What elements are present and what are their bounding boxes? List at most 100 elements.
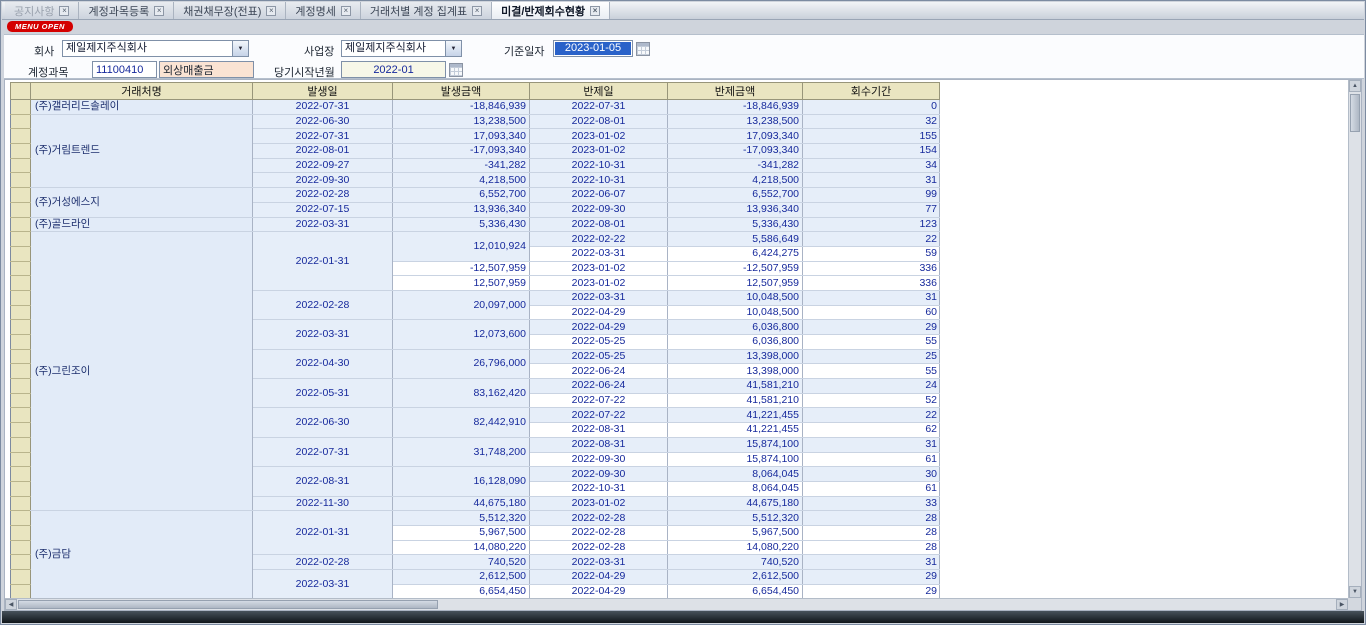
- tab-1[interactable]: 계정과목등록×: [79, 2, 174, 19]
- cell-occur-amount[interactable]: 14,080,220: [393, 540, 530, 555]
- cell-occur-date[interactable]: 2022-07-15: [253, 202, 393, 217]
- cell-settle-date[interactable]: 2023-01-02: [530, 261, 668, 276]
- row-selector[interactable]: [11, 320, 31, 335]
- cell-settle-amount[interactable]: 14,080,220: [668, 540, 803, 555]
- cell-settle-date[interactable]: 2022-02-28: [530, 525, 668, 540]
- account-name-input[interactable]: 외상매출금: [159, 61, 254, 78]
- row-selector[interactable]: [11, 511, 31, 526]
- vertical-scrollbar[interactable]: ▲ ▼: [1348, 80, 1361, 598]
- row-selector[interactable]: [11, 423, 31, 438]
- cell-settle-amount[interactable]: 8,064,045: [668, 481, 803, 496]
- cell-collect-period[interactable]: 30: [803, 467, 940, 482]
- cell-settle-date[interactable]: 2022-04-29: [530, 320, 668, 335]
- cell-occur-date[interactable]: 2022-03-31: [253, 217, 393, 232]
- column-header-4[interactable]: 반제금액: [668, 83, 803, 100]
- cell-settle-date[interactable]: 2022-07-22: [530, 393, 668, 408]
- cell-occur-amount[interactable]: 5,512,320: [393, 511, 530, 526]
- scroll-up-icon[interactable]: ▲: [1349, 80, 1361, 92]
- cell-settle-date[interactable]: 2022-03-31: [530, 246, 668, 261]
- cell-occur-date[interactable]: 2022-08-01: [253, 144, 393, 159]
- row-selector[interactable]: [11, 379, 31, 394]
- cell-occur-amount[interactable]: 5,967,500: [393, 525, 530, 540]
- cell-collect-period[interactable]: 52: [803, 393, 940, 408]
- cell-occur-amount[interactable]: 13,238,500: [393, 114, 530, 129]
- cell-occur-amount[interactable]: 12,010,924: [393, 232, 530, 261]
- cell-collect-period[interactable]: 34: [803, 158, 940, 173]
- tab-close-icon[interactable]: ×: [59, 6, 69, 16]
- cell-collect-period[interactable]: 155: [803, 129, 940, 144]
- cell-customer[interactable]: (주)거성에스지: [31, 188, 253, 217]
- cell-collect-period[interactable]: 59: [803, 246, 940, 261]
- cell-settle-date[interactable]: 2022-10-31: [530, 173, 668, 188]
- cell-occur-amount[interactable]: 20,097,000: [393, 290, 530, 319]
- cell-collect-period[interactable]: 33: [803, 496, 940, 511]
- company-select[interactable]: 제일제지주식회사 ▼: [62, 40, 249, 57]
- cell-customer[interactable]: (주)갤러리드솔레이: [31, 100, 253, 115]
- row-selector[interactable]: [11, 335, 31, 350]
- cell-settle-date[interactable]: 2022-06-07: [530, 188, 668, 203]
- cell-occur-date[interactable]: 2022-08-31: [253, 467, 393, 496]
- cell-settle-amount[interactable]: 10,048,500: [668, 290, 803, 305]
- cell-occur-amount[interactable]: -12,507,959: [393, 261, 530, 276]
- account-code-input[interactable]: 11100410: [92, 61, 157, 78]
- cell-collect-period[interactable]: 28: [803, 511, 940, 526]
- cell-collect-period[interactable]: 25: [803, 349, 940, 364]
- vertical-scroll-thumb[interactable]: [1350, 94, 1360, 132]
- cell-settle-amount[interactable]: 13,398,000: [668, 349, 803, 364]
- chevron-down-icon[interactable]: ▼: [445, 41, 461, 56]
- tab-3[interactable]: 계정명세×: [286, 2, 360, 19]
- cell-settle-amount[interactable]: 17,093,340: [668, 129, 803, 144]
- cell-occur-amount[interactable]: 44,675,180: [393, 496, 530, 511]
- cell-settle-amount[interactable]: 5,336,430: [668, 217, 803, 232]
- cell-settle-date[interactable]: 2023-01-02: [530, 144, 668, 159]
- cell-settle-date[interactable]: 2022-08-01: [530, 217, 668, 232]
- cell-occur-amount[interactable]: 740,520: [393, 555, 530, 570]
- cell-collect-period[interactable]: 99: [803, 188, 940, 203]
- cell-settle-amount[interactable]: 4,218,500: [668, 173, 803, 188]
- cell-occur-amount[interactable]: 16,128,090: [393, 467, 530, 496]
- row-selector[interactable]: [11, 584, 31, 599]
- cell-occur-amount[interactable]: 83,162,420: [393, 379, 530, 408]
- cell-settle-amount[interactable]: 41,221,455: [668, 423, 803, 438]
- cell-settle-amount[interactable]: 5,512,320: [668, 511, 803, 526]
- cell-settle-date[interactable]: 2022-04-29: [530, 584, 668, 599]
- cell-occur-date[interactable]: 2022-05-31: [253, 379, 393, 408]
- cell-settle-date[interactable]: 2023-01-02: [530, 276, 668, 291]
- cell-occur-amount[interactable]: 12,507,959: [393, 276, 530, 291]
- chevron-down-icon[interactable]: ▼: [232, 41, 248, 56]
- cell-occur-date[interactable]: 2022-09-30: [253, 173, 393, 188]
- row-selector[interactable]: [11, 393, 31, 408]
- column-header-3[interactable]: 반제일: [530, 83, 668, 100]
- cell-settle-amount[interactable]: 13,398,000: [668, 364, 803, 379]
- cell-occur-amount[interactable]: 31,748,200: [393, 437, 530, 466]
- period-start-input[interactable]: 2022-01: [341, 61, 446, 78]
- cell-occur-date[interactable]: 2022-07-31: [253, 100, 393, 115]
- calendar-icon[interactable]: [449, 63, 463, 77]
- cell-settle-amount[interactable]: 6,654,450: [668, 584, 803, 599]
- cell-occur-amount[interactable]: 82,442,910: [393, 408, 530, 437]
- scroll-down-icon[interactable]: ▼: [1349, 586, 1361, 598]
- cell-settle-date[interactable]: 2022-10-31: [530, 158, 668, 173]
- cell-settle-amount[interactable]: -17,093,340: [668, 144, 803, 159]
- cell-settle-date[interactable]: 2022-02-28: [530, 540, 668, 555]
- cell-collect-period[interactable]: 29: [803, 570, 940, 585]
- cell-settle-amount[interactable]: 6,424,275: [668, 246, 803, 261]
- row-selector[interactable]: [11, 525, 31, 540]
- cell-settle-amount[interactable]: 41,581,210: [668, 393, 803, 408]
- cell-occur-date[interactable]: 2022-11-30: [253, 496, 393, 511]
- cell-collect-period[interactable]: 77: [803, 202, 940, 217]
- row-selector[interactable]: [11, 555, 31, 570]
- cell-collect-period[interactable]: 31: [803, 555, 940, 570]
- row-selector[interactable]: [11, 144, 31, 159]
- cell-occur-amount[interactable]: 6,654,450: [393, 584, 530, 599]
- cell-settle-date[interactable]: 2022-03-31: [530, 555, 668, 570]
- cell-settle-amount[interactable]: 12,507,959: [668, 276, 803, 291]
- row-selector[interactable]: [11, 408, 31, 423]
- cell-collect-period[interactable]: 31: [803, 437, 940, 452]
- cell-occur-amount[interactable]: 13,936,340: [393, 202, 530, 217]
- tab-close-icon[interactable]: ×: [266, 6, 276, 16]
- cell-settle-amount[interactable]: 5,967,500: [668, 525, 803, 540]
- cell-occur-amount[interactable]: -17,093,340: [393, 144, 530, 159]
- cell-occur-date[interactable]: 2022-03-31: [253, 320, 393, 349]
- cell-settle-amount[interactable]: 41,221,455: [668, 408, 803, 423]
